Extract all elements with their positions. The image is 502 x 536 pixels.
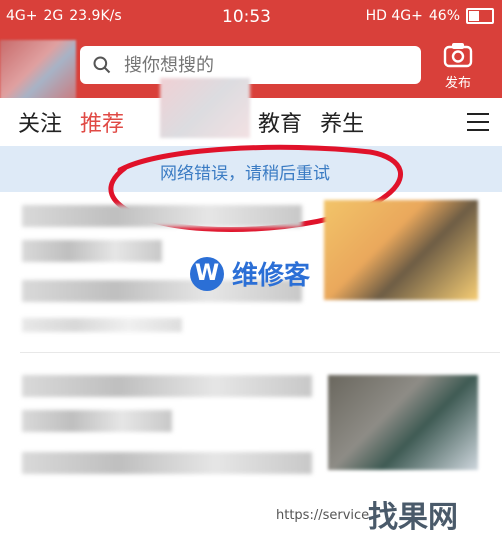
battery-fill xyxy=(469,11,480,21)
tab-education[interactable]: 教育 xyxy=(258,106,302,138)
watermark-logo: W 维修客 xyxy=(190,255,310,292)
publish-label: 发布 xyxy=(444,76,471,91)
blurred-title xyxy=(22,205,302,227)
category-tabs: 关注 推荐 热点 教育 养生 xyxy=(0,98,502,146)
blurred-title xyxy=(22,452,312,474)
search-icon xyxy=(93,56,111,74)
app-header: 发布 xyxy=(0,36,502,114)
error-message: 网络错误，请稍后重试 xyxy=(160,164,330,184)
watermark-text: 维修客 xyxy=(232,261,311,291)
thumbnail xyxy=(328,375,478,470)
watermark-url: https://service. xyxy=(276,508,374,523)
blurred-title xyxy=(22,375,312,397)
clock: 10:53 xyxy=(222,7,271,27)
blurred-meta xyxy=(22,318,182,332)
network-speed: 23.9K/s xyxy=(69,8,122,24)
publish-button[interactable]: 发布 xyxy=(428,42,488,91)
hd-network-indicator: HD 4G+ xyxy=(365,8,423,24)
error-banner[interactable]: 网络错误，请稍后重试 xyxy=(0,146,502,192)
network1-indicator: 4G+ xyxy=(6,8,38,24)
status-left: 4G+ 2G 23.9K/s xyxy=(6,8,122,24)
blurred-title xyxy=(22,240,162,262)
network2-indicator: 2G xyxy=(43,8,64,24)
tab-health[interactable]: 养生 xyxy=(320,106,364,138)
watermark-brand: 找果网 xyxy=(368,500,458,535)
mosaic-overlay xyxy=(160,78,250,138)
status-right: HD 4G+ 46% xyxy=(366,8,494,24)
search-bar[interactable] xyxy=(80,46,421,84)
status-bar: 4G+ 2G 23.9K/s 10:53 HD 4G+ 46% xyxy=(0,0,502,36)
tab-recommend[interactable]: 推荐 xyxy=(80,106,124,138)
battery-icon xyxy=(466,8,494,24)
menu-icon[interactable] xyxy=(466,112,490,132)
search-input[interactable] xyxy=(122,53,396,77)
battery-percent: 46% xyxy=(428,8,460,24)
thumbnail xyxy=(324,200,478,300)
blurred-title xyxy=(22,410,172,432)
camera-icon xyxy=(443,43,473,68)
watermark-icon: W xyxy=(190,256,224,291)
divider xyxy=(20,352,500,353)
tab-follow[interactable]: 关注 xyxy=(18,106,62,138)
